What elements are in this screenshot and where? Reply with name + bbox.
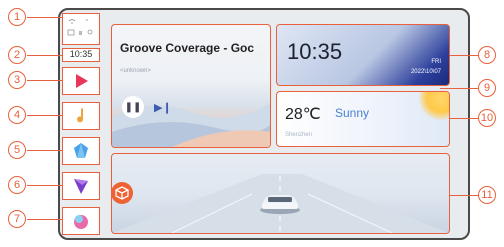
weather-city: Shenzhen (285, 132, 313, 138)
app-music[interactable] (62, 102, 100, 130)
app-gem[interactable] (62, 137, 100, 165)
app-play[interactable] (62, 67, 100, 95)
day-of-week: FRI (431, 59, 441, 65)
status-panel (62, 13, 100, 45)
app-pink[interactable] (62, 207, 100, 235)
callout-11: 11 (478, 186, 496, 204)
song-artist: <unknown> (120, 68, 152, 74)
callout-2: 2 (8, 46, 26, 64)
weather-condition: Sunny (335, 106, 370, 120)
callout-line (27, 150, 62, 151)
callout-8: 8 (478, 46, 496, 64)
callout-5: 5 (8, 141, 26, 159)
time-card: 10:35 FRI 2022\10\07 (276, 24, 450, 86)
next-icon: ▶❙ (154, 102, 172, 114)
cube-icon (115, 186, 129, 200)
callout-6: 6 (8, 176, 26, 194)
callout-line (450, 118, 478, 119)
callout-line (27, 55, 62, 56)
next-button[interactable]: ▶❙ (154, 101, 172, 114)
callout-line (27, 185, 62, 186)
callout-7: 7 (8, 210, 26, 228)
song-title: Groove Coverage - Goc (120, 41, 255, 55)
weather-card[interactable]: 28℃ Sunny Shenzhen (276, 91, 450, 147)
status-clock: 10:35 (62, 48, 100, 62)
callout-line (27, 115, 62, 116)
callout-1: 1 (8, 8, 26, 26)
car-icon (260, 195, 300, 214)
vehicle-card[interactable] (111, 153, 450, 234)
pause-button[interactable]: ❚❚ (122, 96, 144, 118)
music-player-card[interactable]: Groove Coverage - Goc <unknown> ❚❚ ▶❙ (111, 24, 271, 148)
callout-line (27, 17, 62, 18)
purple-app-icon (74, 179, 88, 194)
blue-gem-app-icon (74, 143, 88, 158)
callout-4: 4 (8, 106, 26, 124)
play-app-icon (76, 74, 88, 88)
road-scene (112, 174, 449, 233)
music-note-app-icon (77, 108, 84, 123)
callout-9: 9 (478, 79, 496, 97)
callout-line (27, 80, 62, 81)
callout-3: 3 (8, 71, 26, 89)
pink-app-icon (74, 215, 88, 229)
status-icons (67, 19, 93, 36)
callout-line (450, 55, 478, 56)
date-display: 2022\10\07 (410, 69, 441, 75)
callout-line (450, 195, 478, 196)
sun-icon (419, 92, 449, 120)
callout-line (27, 219, 62, 220)
callout-line (440, 88, 478, 89)
time-display: 10:35 (287, 39, 343, 64)
vehicle-fab-button[interactable] (111, 182, 133, 204)
pause-icon: ❚❚ (124, 101, 142, 113)
temperature: 28℃ (285, 106, 321, 123)
callout-10: 10 (478, 109, 496, 127)
app-purple[interactable] (62, 172, 100, 200)
